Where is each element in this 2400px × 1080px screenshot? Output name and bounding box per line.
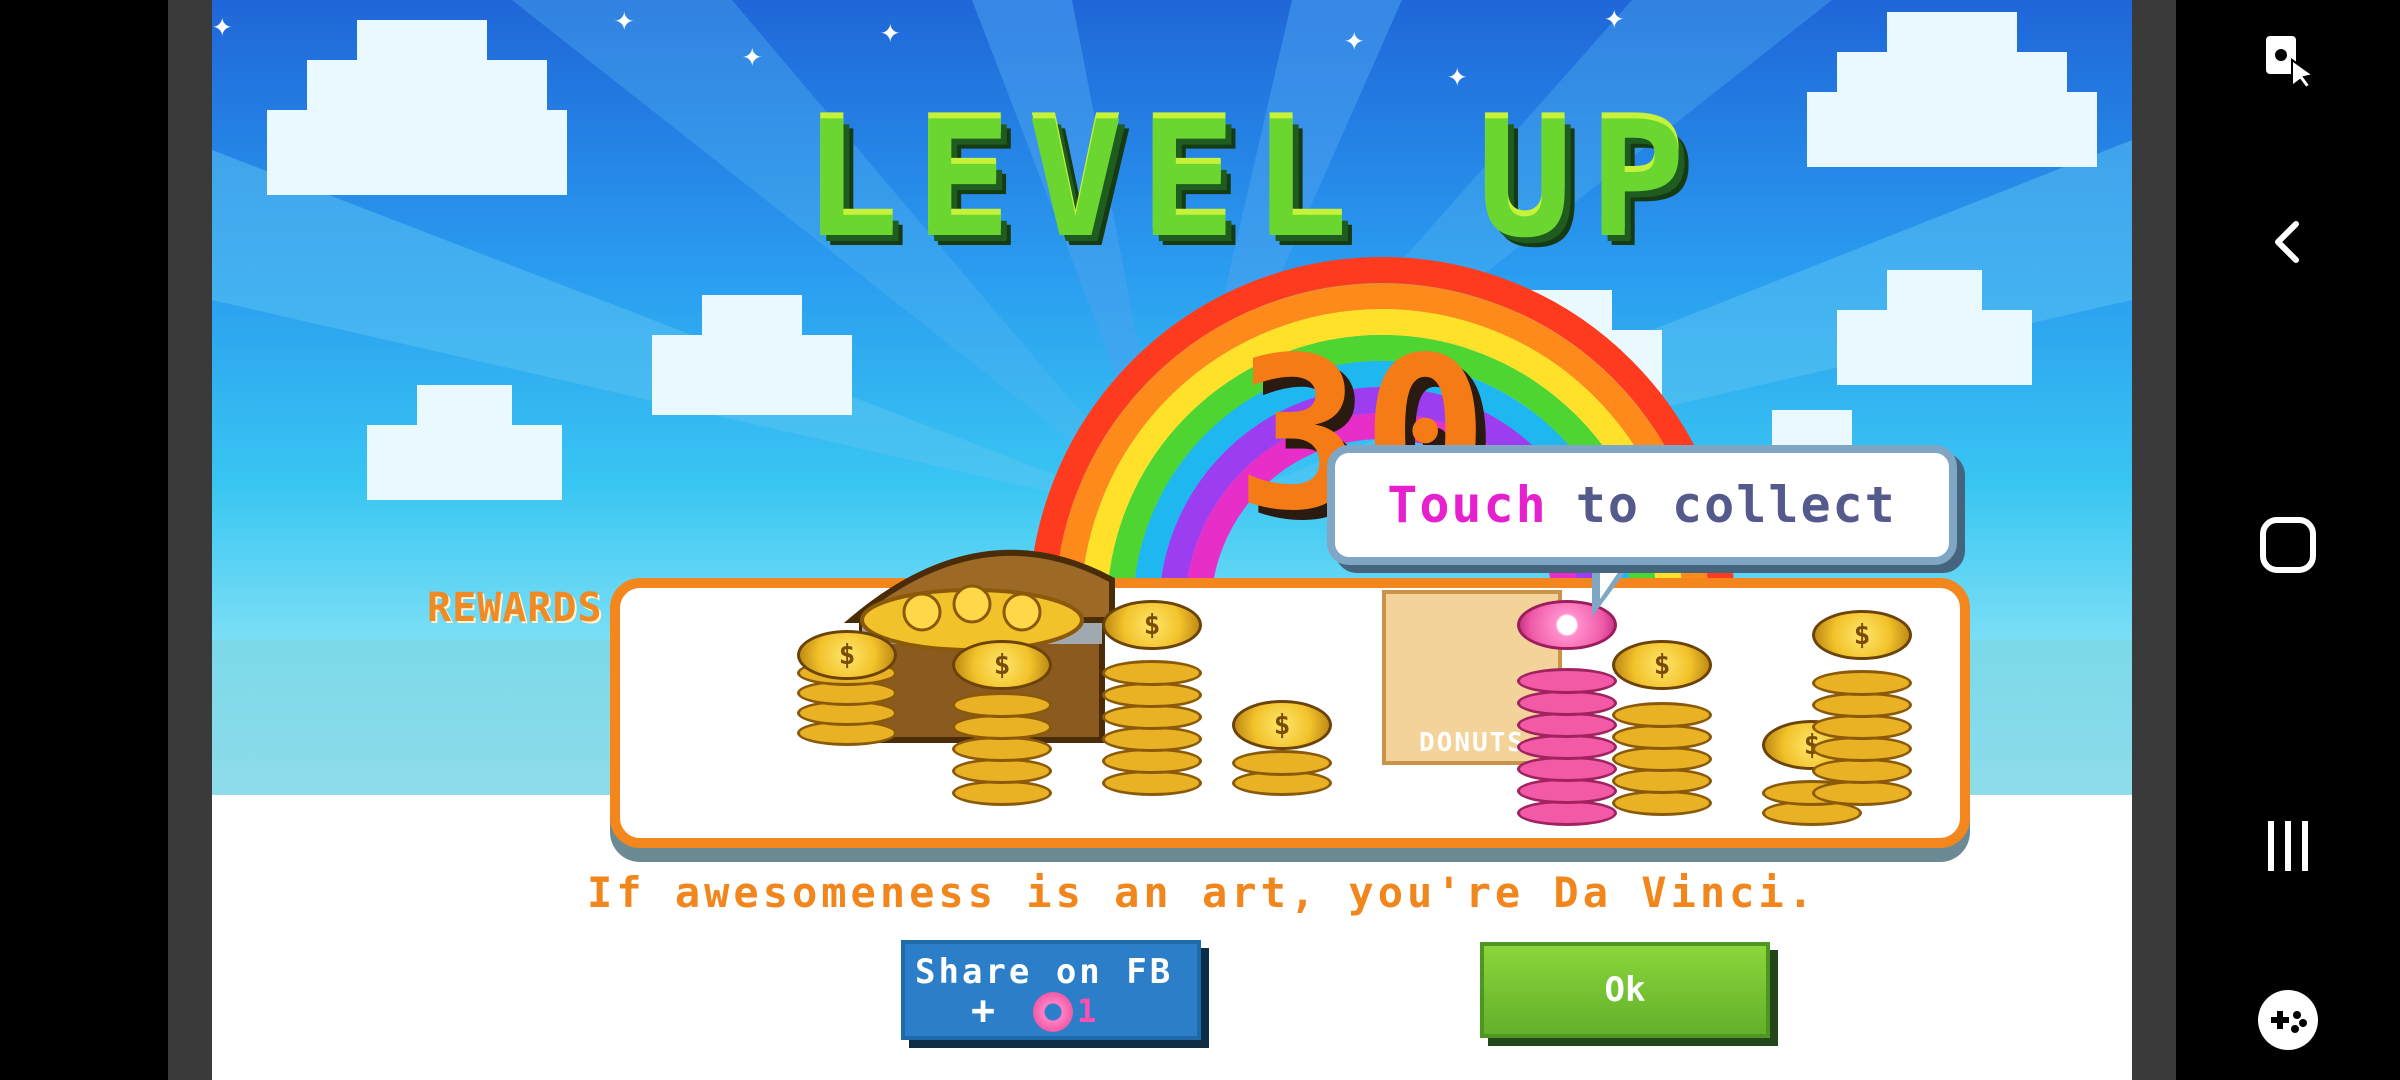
sparkle-icon: ✦: [614, 0, 635, 39]
sparkle-icon: ✦: [1344, 19, 1365, 59]
level-up-message: If awesomeness is an art, you're Da Vinc…: [586, 868, 1818, 917]
sparkle-icon: ✦: [880, 11, 901, 51]
share-button-label: Share on FB: [915, 952, 1174, 992]
coin-stack: $: [1812, 610, 1912, 810]
recents-icon[interactable]: [2228, 786, 2348, 906]
home-icon[interactable]: [2228, 485, 2348, 605]
cloud: [1807, 12, 2097, 167]
coin-stack: $: [797, 630, 897, 750]
coin-stack: $: [1612, 640, 1712, 820]
rewards-label: REWARDS: [427, 585, 603, 631]
donut-icon: [1033, 992, 1073, 1032]
plus-icon: +: [971, 988, 996, 1034]
coin-stack: $: [1232, 700, 1332, 800]
cloud: [267, 20, 567, 195]
touch-to-collect-bubble[interactable]: Touch to collect: [1327, 445, 1957, 565]
game-tools-icon[interactable]: [2228, 960, 2348, 1080]
screen-lock-icon[interactable]: [2228, 0, 2348, 120]
sparkle-icon: ✦: [212, 5, 233, 45]
coin-stack: $: [952, 640, 1052, 810]
game-viewport: ✦ ✦ ✦ ✦ ✦ ✦ ✦ LEVEL UP 30 REWARDS $ $ $ …: [168, 0, 2176, 1080]
donut-stack: [1517, 600, 1617, 830]
sparkle-icon: ✦: [742, 35, 763, 75]
cloud: [1837, 270, 2032, 385]
level-up-title: LEVEL UP: [802, 86, 1702, 273]
cloud: [652, 295, 852, 415]
share-reward-amount: 1: [1077, 992, 1097, 1030]
collect-prompt-text: to collect: [1575, 476, 1897, 534]
android-nav-bar: [2176, 0, 2400, 1080]
coin-stack: $: [1102, 600, 1202, 800]
cloud: [367, 385, 562, 500]
share-on-fb-button[interactable]: Share on FB + 1: [901, 940, 1201, 1040]
level-up-scene: ✦ ✦ ✦ ✦ ✦ ✦ ✦ LEVEL UP 30 REWARDS $ $ $ …: [212, 0, 2132, 1080]
ok-button[interactable]: Ok: [1480, 942, 1770, 1038]
sparkle-icon: ✦: [1604, 0, 1625, 37]
collect-prompt-highlight: Touch: [1387, 476, 1548, 534]
back-icon[interactable]: [2228, 182, 2348, 302]
